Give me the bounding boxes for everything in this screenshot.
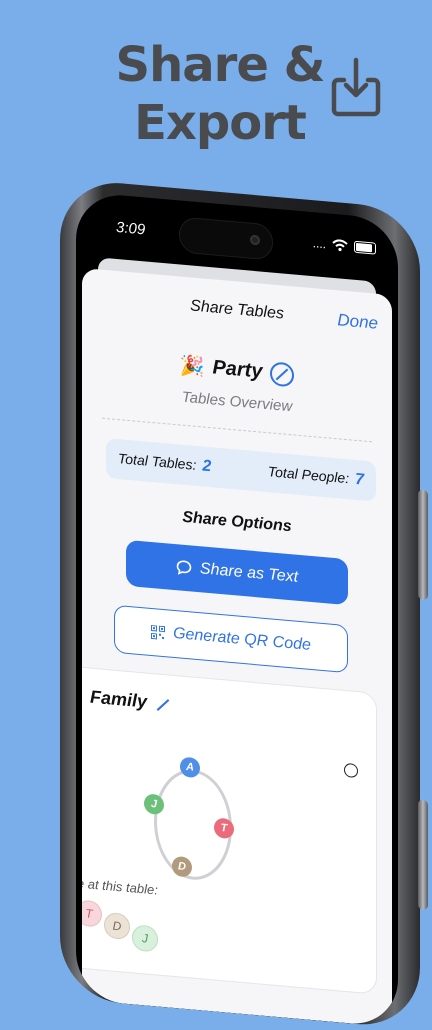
total-tables-value: 2 (202, 457, 212, 476)
share-as-text-button[interactable]: Share as Text (126, 539, 348, 606)
side-button-upper (418, 489, 428, 601)
table-card[interactable]: Family A T D J le at this table: T D J (82, 666, 376, 994)
dynamic-island (179, 216, 273, 261)
camera-icon (250, 234, 260, 246)
total-people: Total People: 7 (268, 463, 364, 489)
divider (102, 417, 372, 443)
status-indicators: .... (313, 236, 376, 256)
select-circle-icon[interactable] (344, 762, 358, 779)
generate-qr-code-label: Generate QR Code (173, 624, 311, 654)
done-button[interactable]: Done (337, 310, 378, 334)
total-tables-label: Total Tables: (118, 450, 197, 473)
side-button-lower (418, 799, 428, 911)
total-people-value: 7 (355, 470, 364, 489)
speech-bubble-icon (176, 560, 192, 575)
promo-headline: Share & Export (110, 36, 330, 152)
status-time: 3:09 (116, 218, 146, 239)
total-people-label: Total People: (267, 463, 350, 487)
totals-summary: Total Tables: 2 Total People: 7 (106, 438, 376, 502)
phone-screen: 3:09 .... Share Tables Done 🎉 Party Tabl… (76, 191, 398, 1028)
phone-mockup: 3:09 .... Share Tables Done 🎉 Party Tabl… (60, 178, 428, 1030)
share-tables-sheet: Share Tables Done 🎉 Party Tables Overvie… (82, 267, 392, 1028)
party-emoji: 🎉 (179, 354, 205, 379)
table-name: Family (90, 686, 148, 712)
person-chip-j[interactable]: J (132, 924, 158, 953)
generate-qr-code-button[interactable]: Generate QR Code (114, 604, 348, 674)
wifi-icon (332, 239, 348, 252)
total-tables: Total Tables: 2 (118, 450, 211, 476)
download-tray-icon (331, 57, 381, 117)
edit-event-icon[interactable] (270, 360, 295, 388)
share-as-text-label: Share as Text (199, 560, 299, 586)
people-at-table-label: le at this table: (82, 875, 158, 898)
qr-code-icon (151, 624, 166, 640)
share-options-title: Share Options (182, 508, 292, 536)
person-chip-t[interactable]: T (82, 899, 102, 928)
battery-icon (354, 240, 376, 255)
edit-table-icon[interactable] (156, 699, 170, 711)
signal-dots: .... (312, 236, 326, 252)
event-name: Party (212, 356, 263, 383)
headline-line-1: Share & (115, 37, 326, 93)
headline-line-2: Export (134, 95, 307, 151)
